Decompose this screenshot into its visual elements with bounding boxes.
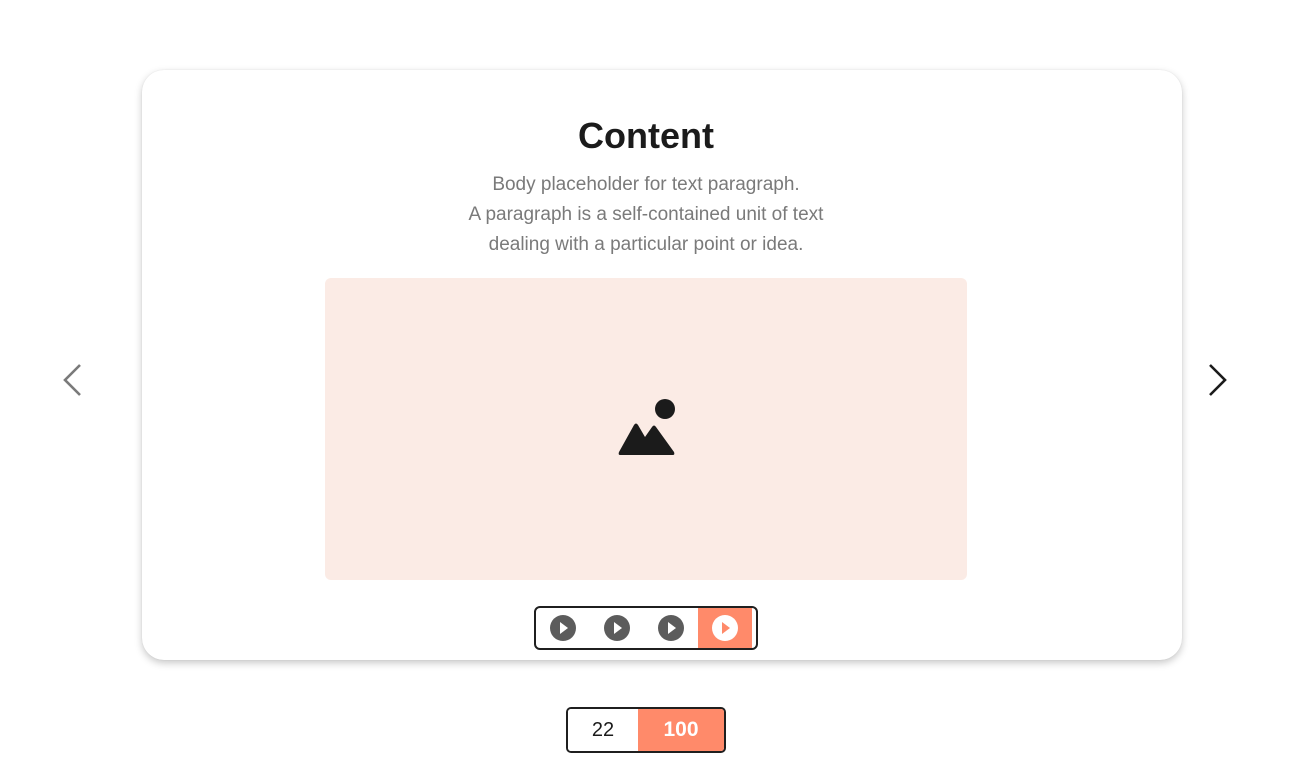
chevron-left-icon <box>63 364 81 396</box>
play-circle-icon <box>658 615 684 641</box>
carousel-page: Content Body placeholder for text paragr… <box>0 0 1292 760</box>
counter-total: 100 <box>638 709 724 751</box>
counter-current: 22 <box>568 709 638 751</box>
pagination-dot-1[interactable] <box>536 608 590 648</box>
pagination-dots <box>534 606 758 650</box>
play-circle-icon <box>550 615 576 641</box>
body-line: Body placeholder for text paragraph. <box>492 174 800 195</box>
next-button[interactable] <box>1198 360 1238 400</box>
content-body: Body placeholder for text paragraph. A p… <box>0 170 1292 260</box>
chevron-right-icon <box>1209 364 1227 396</box>
previous-button[interactable] <box>52 360 92 400</box>
pagination-dot-4[interactable] <box>698 608 752 648</box>
slide-counter: 22 100 <box>566 707 726 753</box>
image-placeholder <box>325 278 967 580</box>
pagination-dot-3[interactable] <box>644 608 698 648</box>
pagination-dot-2[interactable] <box>590 608 644 648</box>
body-line: A paragraph is a self-contained unit of … <box>468 204 824 225</box>
play-circle-icon <box>712 615 738 641</box>
body-line: dealing with a particular point or idea. <box>488 234 804 255</box>
content-title: Content <box>578 115 714 156</box>
image-placeholder-icon <box>618 399 675 455</box>
play-circle-icon <box>604 615 630 641</box>
